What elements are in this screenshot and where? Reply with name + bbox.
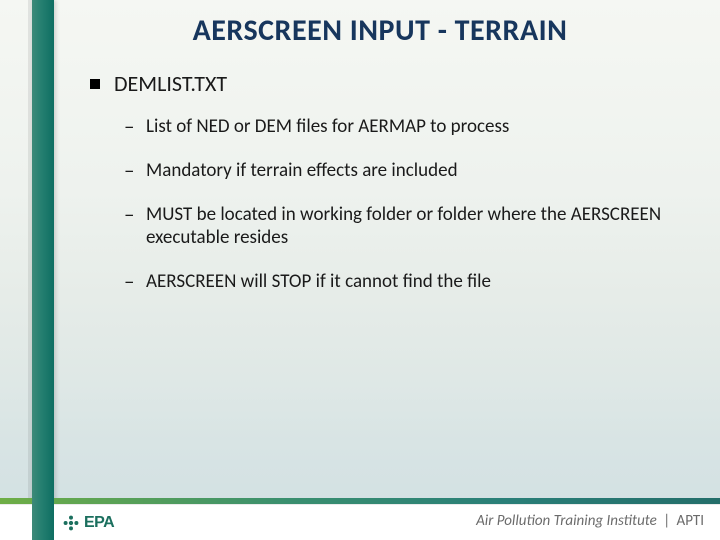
- epa-flower-icon: [62, 514, 80, 532]
- apti-abbr-text: APTI: [677, 512, 704, 530]
- dash-bullet-icon: –: [124, 203, 138, 226]
- content-area: DEMLIST.TXT – List of NED or DEM files f…: [90, 70, 680, 314]
- bullet-level2-text: Mandatory if terrain effects are include…: [146, 159, 680, 183]
- bullet-level1: DEMLIST.TXT: [90, 70, 680, 97]
- apti-label: Air Pollution Training Institute | APTI: [476, 512, 704, 530]
- bullet-level2: – AERSCREEN will STOP if it cannot find …: [124, 270, 680, 294]
- dash-bullet-icon: –: [124, 159, 138, 182]
- left-rail: [32, 0, 54, 540]
- dash-bullet-icon: –: [124, 115, 138, 138]
- bullet-level2-text: AERSCREEN will STOP if it cannot find th…: [146, 270, 680, 294]
- footer-left-rail: [32, 498, 54, 540]
- bullet-level2-text: MUST be located in working folder or fol…: [146, 203, 680, 251]
- bullet-level2: – Mandatory if terrain effects are inclu…: [124, 159, 680, 183]
- epa-logo-text: EPA: [84, 514, 114, 532]
- square-bullet-icon: [90, 79, 100, 89]
- epa-logo: EPA: [62, 514, 114, 532]
- bullet-level2: – List of NED or DEM files for AERMAP to…: [124, 115, 680, 139]
- apti-full-text: Air Pollution Training Institute: [476, 512, 657, 530]
- dash-bullet-icon: –: [124, 270, 138, 293]
- bullet-level2: – MUST be located in working folder or f…: [124, 203, 680, 251]
- bullet-level2-text: List of NED or DEM files for AERMAP to p…: [146, 115, 680, 139]
- slide-title: AERSCREEN INPUT - TERRAIN: [60, 12, 700, 49]
- bullet-level1-text: DEMLIST.TXT: [114, 70, 227, 97]
- footer: EPA Air Pollution Training Institute | A…: [0, 498, 720, 540]
- slide: AERSCREEN INPUT - TERRAIN DEMLIST.TXT – …: [0, 0, 720, 540]
- apti-separator: |: [663, 512, 670, 530]
